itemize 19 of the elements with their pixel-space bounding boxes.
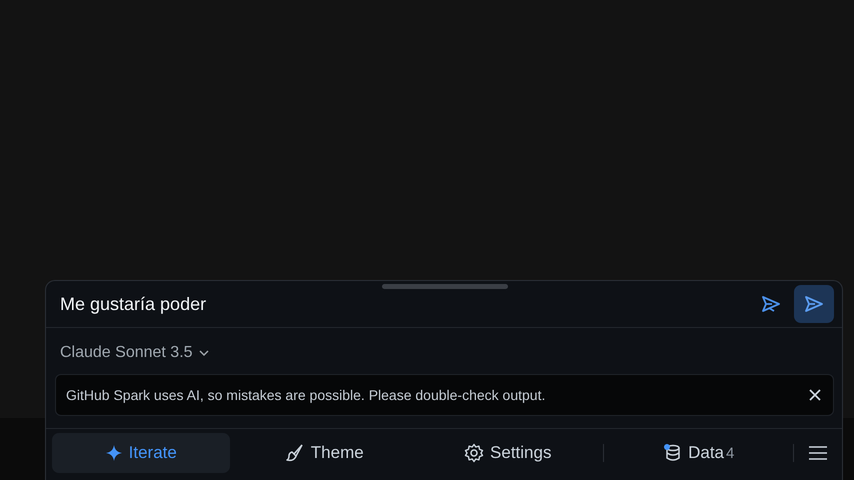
send-button[interactable] (794, 285, 834, 323)
tab[interactable]: Theme (236, 433, 413, 473)
notice-text: GitHub Spark uses AI, so mistakes are possible. Please double-check output. (66, 387, 546, 403)
sparkle-icon (104, 444, 123, 462)
close-button[interactable] (807, 387, 823, 403)
model-selector[interactable]: Claude Sonnet 3.5 (60, 344, 209, 362)
drag-handle[interactable] (382, 284, 508, 289)
tab[interactable]: Iterate (52, 433, 230, 473)
brush-icon (284, 443, 305, 463)
chevron-down-icon (198, 349, 209, 357)
close-icon (809, 389, 821, 401)
send-icon (804, 295, 824, 313)
tab[interactable]: Data4 (609, 433, 787, 473)
menu-icon (808, 445, 828, 461)
settings-icon (464, 443, 484, 463)
database-icon (662, 443, 682, 463)
prompt-input[interactable]: Me gustaría poder (60, 294, 756, 314)
tab[interactable]: Settings (419, 433, 596, 473)
paper-plane-icon (760, 294, 782, 314)
